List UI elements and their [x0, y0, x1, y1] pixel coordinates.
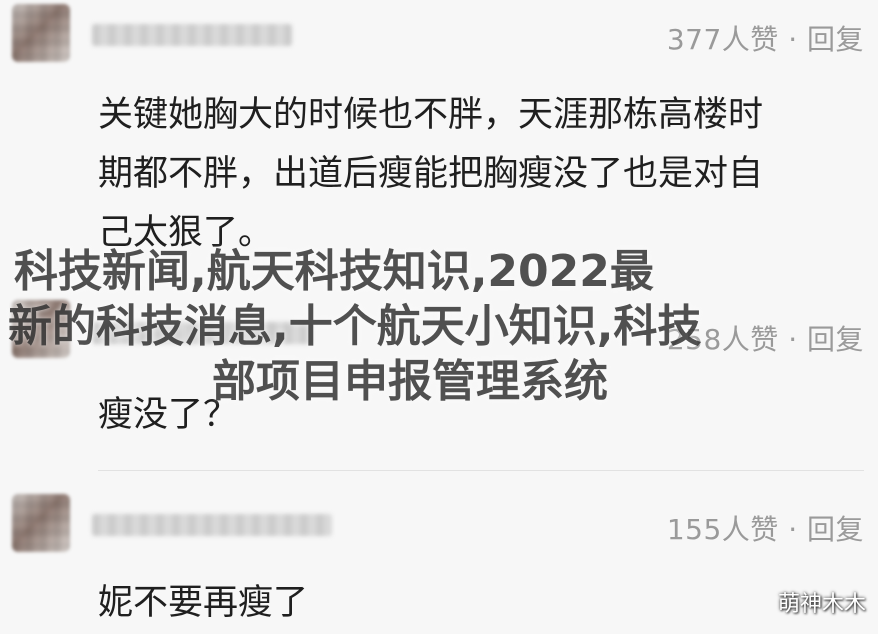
- watermark: 萌神木木: [777, 592, 866, 617]
- username-blurred[interactable]: [92, 24, 292, 46]
- divider: [98, 470, 864, 471]
- comment-line: 期都不胖，出道后瘦能把胸瘦没了也是对自: [98, 154, 764, 194]
- username-blurred[interactable]: [92, 514, 332, 536]
- comment-text: 关键她胸大的时候也不胖，天涯那栋高楼时 期都不胖，出道后瘦能把胸瘦没了也是对自 …: [98, 86, 860, 263]
- comment-line: 瘦没了？: [98, 395, 239, 435]
- comment-line: 关键她胸大的时候也不胖，天涯那栋高楼时: [98, 95, 764, 135]
- avatar[interactable]: [12, 300, 70, 358]
- like-reply-meta[interactable]: 258人赞 · 回复: [667, 318, 864, 358]
- like-reply-meta[interactable]: 155人赞 · 回复: [667, 508, 864, 548]
- avatar[interactable]: [12, 494, 70, 552]
- avatar[interactable]: [12, 4, 70, 62]
- comment-text: 妮不要再瘦了: [98, 574, 860, 633]
- like-reply-meta[interactable]: 377人赞 · 回复: [667, 18, 864, 58]
- comment-line: 己太狠了。: [98, 213, 274, 253]
- comment-text: 瘦没了？: [98, 386, 860, 445]
- username-blurred[interactable]: [92, 322, 312, 344]
- comment-line: 妮不要再瘦了: [98, 583, 309, 623]
